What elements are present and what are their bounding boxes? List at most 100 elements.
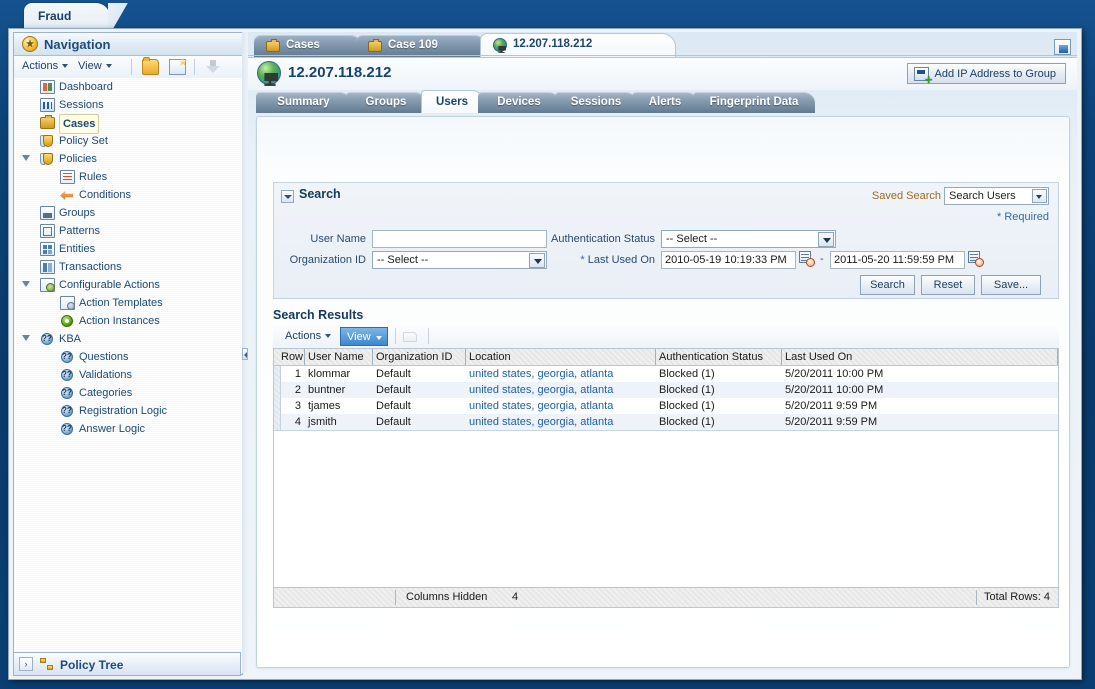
toolbar-separator — [131, 59, 132, 75]
column-header-authentication-status[interactable]: Authentication Status — [656, 349, 782, 365]
reset-button[interactable]: Reset — [921, 275, 975, 295]
app-tab-fraud[interactable]: Fraud — [24, 3, 110, 30]
date-range-separator: - — [820, 253, 824, 265]
kba-icon — [60, 368, 75, 382]
sidebar-item-groups[interactable]: Groups — [14, 204, 242, 222]
sidebar-item-policies[interactable]: Policies — [14, 150, 242, 168]
sidebar-item-registration-logic[interactable]: Registration Logic — [14, 402, 242, 420]
expand-collapse-icon[interactable] — [22, 155, 32, 161]
expand-collapse-icon[interactable] — [22, 335, 32, 341]
calendar-clock-icon[interactable] — [968, 251, 984, 267]
calendar-clock-icon[interactable] — [799, 251, 815, 267]
chevron-down-icon[interactable] — [529, 253, 545, 268]
sidebar-item-kba[interactable]: KBA — [14, 330, 242, 348]
table-body[interactable]: 1klommarDefaultunited states, georgia, a… — [274, 366, 1058, 430]
column-header-row[interactable]: Row — [281, 349, 305, 365]
search-button[interactable]: Search — [860, 275, 915, 295]
add-ip-address-to-group-button[interactable]: Add IP Address to Group — [907, 63, 1066, 84]
results-table[interactable]: RowUser NameOrganization IDLocationAuthe… — [273, 348, 1059, 588]
new-document-icon[interactable] — [169, 59, 186, 75]
user-name-input[interactable] — [372, 230, 547, 248]
navigation-tree[interactable]: DashboardSessionsCasesPolicy SetPolicies… — [14, 78, 242, 673]
sub-tab-fingerprint-data[interactable]: Fingerprint Data — [693, 92, 815, 113]
users-panel: Search Saved Search Search Users * Requi… — [256, 116, 1070, 668]
nav-view-menu[interactable]: View — [78, 60, 112, 72]
sidebar-item-dashboard[interactable]: Dashboard — [14, 78, 242, 96]
cell-last-used-on: 5/20/2011 10:00 PM — [782, 382, 1058, 398]
sidebar-item-label: Patterns — [59, 222, 100, 240]
row-handle[interactable] — [274, 398, 281, 414]
chevron-down-icon[interactable] — [1032, 189, 1047, 203]
results-actions-menu[interactable]: Actions — [285, 330, 331, 342]
cell-row: 3 — [281, 398, 305, 414]
column-header-organization-id[interactable]: Organization ID — [373, 349, 466, 365]
sidebar-item-transactions[interactable]: Transactions — [14, 258, 242, 276]
organization-id-select[interactable]: -- Select -- — [372, 251, 547, 269]
column-header-last-used-on[interactable]: Last Used On — [782, 349, 1058, 365]
cases-icon — [40, 117, 55, 129]
cell-location[interactable]: united states, georgia, atlanta — [466, 398, 656, 414]
sub-tab-sessions[interactable]: Sessions — [555, 92, 637, 113]
download-icon[interactable] — [205, 59, 222, 75]
sub-tab-alerts[interactable]: Alerts — [632, 92, 698, 113]
chevron-down-icon[interactable] — [818, 232, 834, 247]
row-handle[interactable] — [274, 382, 281, 398]
sub-tab-devices[interactable]: Devices — [478, 92, 560, 113]
app-tab-label: Fraud — [38, 9, 71, 23]
sidebar-item-sessions[interactable]: Sessions — [14, 96, 242, 114]
sidebar-item-label: Questions — [79, 348, 129, 366]
column-header-location[interactable]: Location — [466, 349, 656, 365]
authentication-status-select[interactable]: -- Select -- — [661, 230, 836, 248]
row-handle[interactable] — [274, 414, 281, 430]
policy-tree-expander-icon[interactable]: › — [19, 657, 33, 671]
folder-icon[interactable] — [142, 59, 159, 75]
sidebar-item-categories[interactable]: Categories — [14, 384, 242, 402]
sidebar-item-configurable-actions[interactable]: Configurable Actions — [14, 276, 242, 294]
collapse-search-icon[interactable] — [281, 190, 294, 203]
sidebar-item-label: Cases — [59, 114, 99, 134]
table-row[interactable]: 2buntnerDefaultunited states, georgia, a… — [274, 382, 1058, 398]
last-used-to-input[interactable] — [830, 251, 965, 269]
cell-auth-status: Blocked (1) — [656, 366, 782, 382]
sub-tab-users[interactable]: Users — [421, 90, 483, 113]
nav-actions-menu[interactable]: Actions — [22, 60, 68, 72]
saved-search-label: Saved Search — [872, 190, 941, 202]
sidebar-item-validations[interactable]: Validations — [14, 366, 242, 384]
close-window-icon[interactable] — [1054, 39, 1071, 55]
sidebar-item-rules[interactable]: Rules — [14, 168, 242, 186]
expand-collapse-icon[interactable] — [22, 281, 32, 287]
cell-organization-id: Default — [373, 414, 466, 430]
detach-icon[interactable] — [403, 330, 419, 343]
sidebar-item-conditions[interactable]: Conditions — [14, 186, 242, 204]
sidebar-item-policy-set[interactable]: Policy Set — [14, 132, 242, 150]
table-row[interactable]: 1klommarDefaultunited states, georgia, a… — [274, 366, 1058, 382]
cell-last-used-on: 5/20/2011 9:59 PM — [782, 398, 1058, 414]
policy-tree-bar[interactable]: › Policy Tree — [13, 652, 241, 676]
last-used-on-text: Last Used On — [588, 254, 655, 266]
footer-separator — [395, 590, 396, 605]
row-handle[interactable] — [274, 366, 281, 382]
sidebar-item-action-instances[interactable]: Action Instances — [14, 312, 242, 330]
sidebar-item-label: Groups — [59, 204, 95, 222]
save-button[interactable]: Save... — [981, 275, 1041, 295]
sub-tab-summary[interactable]: Summary — [256, 92, 351, 113]
last-used-from-input[interactable] — [661, 251, 796, 269]
cell-row: 1 — [281, 366, 305, 382]
saved-search-select[interactable]: Search Users — [944, 187, 1049, 205]
cell-location[interactable]: united states, georgia, atlanta — [466, 414, 656, 430]
column-header-user-name[interactable]: User Name — [305, 349, 373, 365]
sidebar-item-patterns[interactable]: Patterns — [14, 222, 242, 240]
sidebar-item-answer-logic[interactable]: Answer Logic — [14, 420, 242, 438]
sidebar-item-cases[interactable]: Cases — [14, 114, 242, 132]
cell-location[interactable]: united states, georgia, atlanta — [466, 366, 656, 382]
kba-icon — [60, 350, 75, 364]
cell-location[interactable]: united states, georgia, atlanta — [466, 382, 656, 398]
sub-tab-groups[interactable]: Groups — [346, 92, 426, 113]
sidebar-item-action-templates[interactable]: Action Templates — [14, 294, 242, 312]
sidebar-item-entities[interactable]: Entities — [14, 240, 242, 258]
table-row[interactable]: 4jsmithDefaultunited states, georgia, at… — [274, 414, 1058, 430]
table-row[interactable]: 3tjamesDefaultunited states, georgia, at… — [274, 398, 1058, 414]
results-view-menu[interactable]: View — [340, 327, 388, 346]
columns-hidden-count: 4 — [512, 591, 518, 603]
sidebar-item-questions[interactable]: Questions — [14, 348, 242, 366]
